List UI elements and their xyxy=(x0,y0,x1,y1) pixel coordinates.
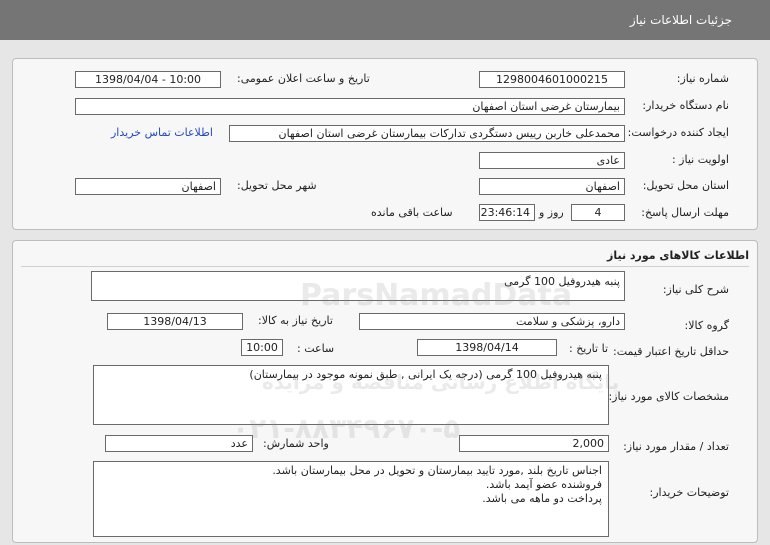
hour-field[interactable]: 10:00 xyxy=(241,339,283,356)
notes-line: پرداخت دو ماهه می باشد. xyxy=(482,492,602,505)
announce-label: تاریخ و ساعت اعلان عمومی: xyxy=(237,72,370,85)
delivery-province-label: استان محل تحویل: xyxy=(642,179,729,192)
unit-label: واحد شمارش: xyxy=(263,437,329,450)
deadline-label: مهلت ارسال پاسخ: xyxy=(641,206,729,219)
creator-field[interactable]: محمدعلی خاربن رییس دستگردی تدارکات بیمار… xyxy=(229,125,625,142)
remaining-text: ساعت باقی مانده xyxy=(371,206,453,219)
days-text: روز و xyxy=(539,206,564,219)
qty-field[interactable]: 2,000 xyxy=(459,435,609,452)
delivery-city-field[interactable]: اصفهان xyxy=(75,178,221,195)
time-field[interactable]: 23:46:14 xyxy=(479,204,535,221)
notes-line: اجناس تاریخ بلند ,مورد تایید بیمارستان و… xyxy=(272,464,602,477)
need-number-field[interactable]: 1298004601000215 xyxy=(479,71,625,88)
buyer-field[interactable]: بیمارستان غرضی استان اصفهان xyxy=(75,98,625,115)
buyer-label: نام دستگاه خریدار: xyxy=(642,99,729,112)
summary-field[interactable]: پنبه هیدروفیل 100 گرمی xyxy=(91,271,625,301)
need-details-page: جزئیات اطلاعات نیاز شماره نیاز: 12980046… xyxy=(0,0,770,545)
buyer-contact-link[interactable]: اطلاعات تماس خریدار xyxy=(111,126,213,139)
goods-info-panel: اطلاعات کالاهای مورد نیاز شرح کلی نیاز: … xyxy=(12,240,758,543)
notes-line: فروشنده عضو آیمد باشد. xyxy=(485,478,602,491)
priority-field[interactable]: عادی xyxy=(479,152,625,169)
creator-label: ایجاد کننده درخواست: xyxy=(627,126,729,139)
goods-group-field[interactable]: دارو، پزشکی و سلامت xyxy=(359,313,625,330)
buyer-notes-field[interactable]: اجناس تاریخ بلند ,مورد تایید بیمارستان و… xyxy=(93,461,609,537)
to-date-field[interactable]: 1398/04/14 xyxy=(417,339,557,356)
delivery-city-label: شهر محل تحویل: xyxy=(237,179,317,192)
priority-label: اولویت نیاز : xyxy=(671,153,729,166)
days-field[interactable]: 4 xyxy=(571,204,625,221)
qty-label: تعداد / مقدار مورد نیاز: xyxy=(623,440,729,453)
page-header: جزئیات اطلاعات نیاز xyxy=(0,0,770,40)
goods-section-title: اطلاعات کالاهای مورد نیاز xyxy=(607,249,749,262)
hour-label: ساعت : xyxy=(297,342,335,355)
need-info-panel: شماره نیاز: 1298004601000215 تاریخ و ساع… xyxy=(12,58,758,230)
specs-label: مشخصات کالای مورد نیاز: xyxy=(608,390,729,403)
buyer-notes-label: توضیحات خریدار: xyxy=(649,486,730,499)
goods-group-label: گروه کالا: xyxy=(684,319,729,332)
need-date-label: تاریخ نیاز به کالا: xyxy=(258,314,333,327)
price-validity-label: حداقل تاریخ اعتبار قیمت: xyxy=(613,345,729,358)
delivery-province-field[interactable]: اصفهان xyxy=(479,178,625,195)
to-date-label: تا تاریخ : xyxy=(569,342,608,355)
summary-label: شرح کلی نیاز: xyxy=(662,283,729,296)
section-divider xyxy=(21,266,749,267)
page-title: جزئیات اطلاعات نیاز xyxy=(629,13,732,27)
specs-field[interactable]: پنبه هیدروفیل 100 گرمی (درجه یک ایرانی ,… xyxy=(93,365,609,425)
need-date-field[interactable]: 1398/04/13 xyxy=(107,313,243,330)
announce-field[interactable]: 1398/04/04 - 10:00 xyxy=(75,71,221,88)
need-number-label: شماره نیاز: xyxy=(676,72,729,85)
unit-field[interactable]: عدد xyxy=(105,435,253,452)
